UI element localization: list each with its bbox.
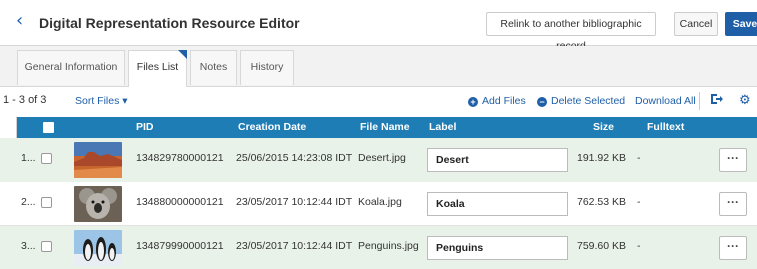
label-input[interactable]: [427, 148, 568, 172]
creation-date-value: 25/06/2015 14:23:08 IDT: [236, 152, 353, 164]
row-number: 3...: [21, 240, 36, 252]
file-name-value: Koala.jpg: [358, 196, 402, 208]
column-header-file-name[interactable]: File Name: [360, 121, 410, 133]
file-name-value: Penguins.jpg: [358, 240, 419, 252]
row-number: 2...: [21, 196, 36, 208]
fulltext-value: -: [637, 196, 641, 208]
cancel-button[interactable]: Cancel: [674, 12, 718, 36]
page-title: Digital Representation Resource Editor: [39, 15, 300, 31]
row-checkbox[interactable]: [41, 153, 52, 164]
table-row[interactable]: 3... 134879990000121 23/05/2017 10:12:44…: [0, 226, 757, 269]
chevron-left-icon[interactable]: ‹: [16, 12, 23, 30]
creation-date-value: 23/05/2017 10:12:44 IDT: [236, 196, 353, 208]
editor-header: ‹ Digital Representation Resource Editor…: [0, 0, 757, 52]
table-row[interactable]: 1... 134829780000121 25/06/2015 14:23:08…: [0, 138, 757, 182]
size-value: 762.53 KB: [577, 196, 627, 208]
koala-thumbnail[interactable]: [74, 186, 122, 222]
creation-date-value: 23/05/2017 10:12:44 IDT: [236, 240, 353, 252]
select-all-checkbox[interactable]: [43, 122, 54, 133]
pid-value: 134879990000121: [136, 240, 224, 252]
minus-circle-icon: −: [537, 97, 547, 107]
tab-bar: General Information Files List Notes His…: [0, 46, 757, 87]
export-icon[interactable]: [709, 92, 723, 112]
table-row[interactable]: 2... 134880000000121 23/05/2017 10:12:44…: [0, 182, 757, 226]
file-name-value: Desert.jpg: [358, 152, 406, 164]
save-button[interactable]: Save: [725, 12, 757, 36]
column-header-creation-date[interactable]: Creation Date: [238, 121, 306, 133]
label-input[interactable]: [427, 192, 568, 216]
pid-value: 134880000000121: [136, 196, 224, 208]
sort-files-label: Sort Files: [75, 95, 120, 107]
row-actions-button[interactable]: ···: [719, 148, 747, 172]
row-actions-button[interactable]: ···: [719, 236, 747, 260]
table-header: PID Creation Date File Name Label Size F…: [17, 117, 757, 138]
caret-down-icon: ▾: [122, 95, 128, 107]
size-value: 191.92 KB: [577, 152, 627, 164]
row-checkbox[interactable]: [41, 241, 52, 252]
penguins-thumbnail[interactable]: [74, 230, 122, 266]
tab-files-list-label: Files List: [136, 61, 179, 73]
row-actions-button[interactable]: ···: [719, 192, 747, 216]
delete-selected-label: Delete Selected: [551, 95, 626, 107]
size-value: 759.60 KB: [577, 240, 627, 252]
tab-notes[interactable]: Notes: [190, 50, 237, 85]
gear-icon[interactable]: ⚙: [739, 92, 751, 110]
fulltext-value: -: [637, 152, 641, 164]
toolbar-divider: [699, 92, 700, 110]
row-number: 1...: [21, 152, 36, 164]
tab-general-information[interactable]: General Information: [17, 50, 125, 85]
column-header-fulltext[interactable]: Fulltext: [647, 121, 684, 133]
relink-button[interactable]: Relink to another bibliographic record: [486, 12, 656, 52]
desert-thumbnail[interactable]: [74, 142, 122, 178]
active-tab-corner-icon: [178, 50, 187, 59]
column-header-pid[interactable]: PID: [136, 121, 154, 133]
pid-value: 134829780000121: [136, 152, 224, 164]
delete-selected-button[interactable]: − Delete Selected: [537, 95, 625, 107]
fulltext-value: -: [637, 240, 641, 252]
tab-files-list[interactable]: Files List: [128, 50, 187, 87]
tab-history[interactable]: History: [240, 50, 294, 85]
plus-circle-icon: +: [468, 97, 478, 107]
download-all-button[interactable]: Download All: [635, 95, 696, 107]
label-input[interactable]: [427, 236, 568, 260]
row-checkbox[interactable]: [41, 197, 52, 208]
add-files-label: Add Files: [482, 95, 526, 107]
results-count: 1 - 3 of 3: [3, 94, 47, 106]
sort-files-dropdown[interactable]: Sort Files ▾: [75, 95, 128, 107]
add-files-button[interactable]: + Add Files: [468, 95, 526, 107]
column-header-size[interactable]: Size: [593, 121, 614, 133]
column-header-label[interactable]: Label: [429, 121, 456, 133]
